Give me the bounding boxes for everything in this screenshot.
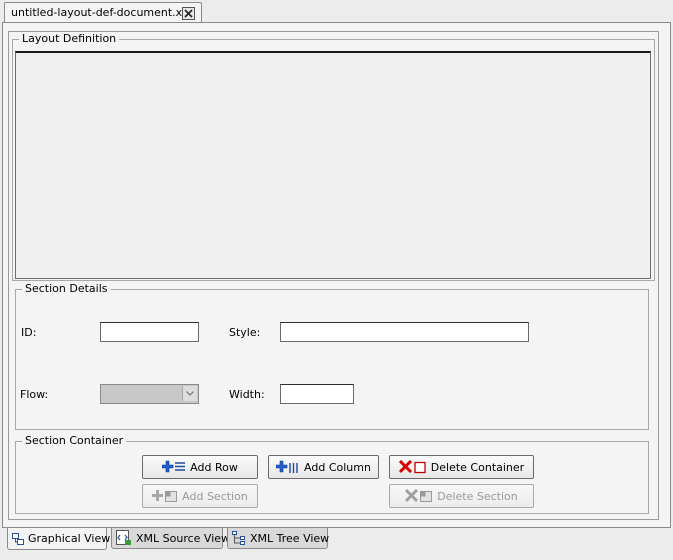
flow-label: Flow: xyxy=(20,388,49,401)
tab-xml-tree-view[interactable]: XML Tree View xyxy=(227,528,330,549)
chevron-down-icon[interactable] xyxy=(182,386,197,401)
graphical-view-icon xyxy=(12,532,24,545)
add-row-icon xyxy=(162,460,186,473)
add-section-label: Add Section xyxy=(182,489,248,503)
add-row-label: Add Row xyxy=(190,460,238,474)
delete-section-icon xyxy=(405,489,433,503)
layout-canvas[interactable] xyxy=(15,51,651,279)
xml-source-view-icon xyxy=(116,530,131,545)
layout-definition-title: Layout Definition xyxy=(19,32,120,45)
add-section-icon xyxy=(152,490,178,502)
style-input[interactable] xyxy=(280,322,529,342)
delete-container-button[interactable]: Delete Container xyxy=(389,455,534,479)
flow-select[interactable] xyxy=(100,384,199,404)
xml-tree-view-icon xyxy=(232,531,245,545)
tab-graphical-view-label: Graphical View xyxy=(28,532,111,545)
delete-section-button[interactable]: Delete Section xyxy=(389,484,534,508)
add-section-button[interactable]: Add Section xyxy=(142,484,258,508)
delete-section-label: Delete Section xyxy=(437,489,518,503)
delete-container-label: Delete Container xyxy=(430,460,525,474)
width-input[interactable] xyxy=(280,384,354,404)
add-column-label: Add Column xyxy=(304,460,371,474)
delete-container-icon xyxy=(398,460,426,474)
add-column-button[interactable]: Add Column xyxy=(268,455,379,479)
document-tab-title: untitled-layout-def-document.xml xyxy=(11,6,196,19)
section-container-title: Section Container xyxy=(22,434,127,447)
section-details-title: Section Details xyxy=(22,282,111,295)
add-row-button[interactable]: Add Row xyxy=(142,455,258,479)
id-input[interactable] xyxy=(100,322,199,342)
id-label: ID: xyxy=(21,326,37,339)
tab-xml-source-view[interactable]: XML Source View xyxy=(111,528,230,549)
close-tab-icon[interactable] xyxy=(182,7,195,20)
width-label: Width: xyxy=(229,388,265,401)
tab-xml-tree-view-label: XML Tree View xyxy=(250,531,330,545)
tab-xml-source-view-label: XML Source View xyxy=(136,531,231,545)
document-tab[interactable]: untitled-layout-def-document.xml xyxy=(4,2,202,23)
add-column-icon xyxy=(276,460,298,473)
style-label: Style: xyxy=(229,326,261,339)
section-details-group: Section Details xyxy=(15,282,649,430)
tab-graphical-view[interactable]: Graphical View xyxy=(7,528,111,550)
